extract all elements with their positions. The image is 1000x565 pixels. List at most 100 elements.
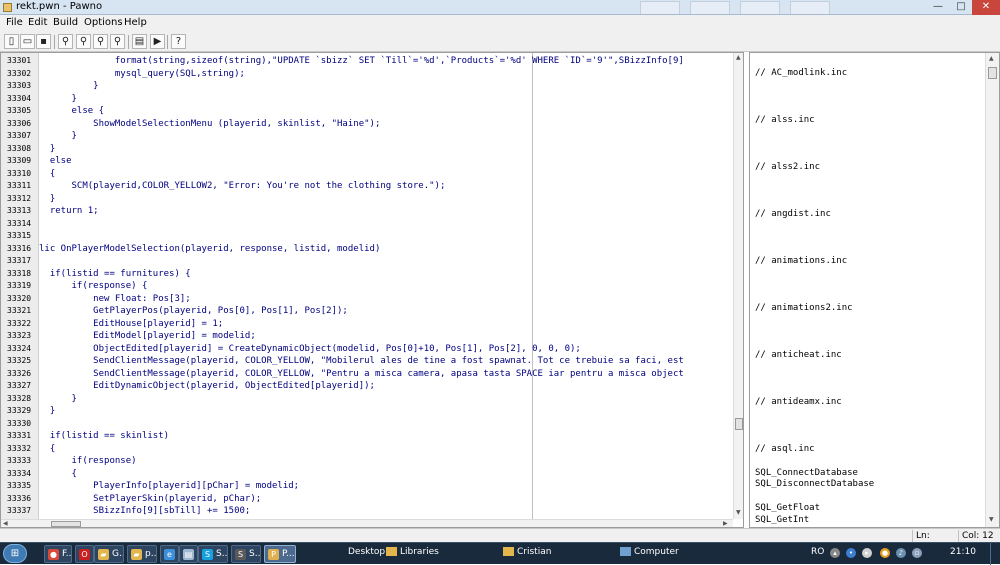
taskbar-toolbar-item[interactable]: Desktop: [348, 547, 385, 557]
taskbar-toolbar-item[interactable]: Cristian: [503, 547, 551, 557]
minimize-button[interactable]: —: [926, 0, 950, 15]
scroll-left-icon[interactable]: ◀: [3, 520, 8, 527]
menu-options[interactable]: Options: [84, 17, 123, 28]
replace-button[interactable]: ⚲: [93, 34, 108, 49]
code-line[interactable]: SBizzInfo[9][sbTill] += 1500;: [39, 505, 250, 518]
tray-arrow-icon[interactable]: ▴: [830, 548, 840, 558]
code-line[interactable]: format(string,sizeof(string),"UPDATE `sb…: [39, 55, 684, 68]
code-line[interactable]: }: [39, 193, 55, 206]
open-folder-button[interactable]: ▭: [20, 34, 35, 49]
editor-horizontal-scroll-thumb[interactable]: [51, 521, 81, 527]
function-list-item[interactable]: // angdist.inc: [755, 208, 831, 220]
code-line[interactable]: else {: [39, 105, 105, 118]
code-line[interactable]: if(response): [39, 455, 137, 468]
code-line[interactable]: ObjectEdited[playerid] = CreateDynamicOb…: [39, 343, 581, 356]
tray-volume-icon[interactable]: ♪: [896, 548, 906, 558]
taskbar-toolbar-item[interactable]: Libraries: [386, 547, 439, 557]
taskbar-button[interactable]: ▤: [179, 545, 198, 563]
taskbar-button[interactable]: ▰G...: [94, 545, 124, 563]
save-button[interactable]: ▪: [36, 34, 51, 49]
function-list-item[interactable]: // asql.inc: [755, 443, 815, 455]
scroll-right-icon[interactable]: ▶: [723, 520, 728, 527]
code-line[interactable]: }: [39, 393, 77, 406]
code-line[interactable]: }: [39, 80, 98, 93]
code-line[interactable]: if(listid == skinlist): [39, 430, 169, 443]
scroll-up-icon[interactable]: ▲: [989, 55, 994, 63]
function-list-panel[interactable]: ▲ ▼ // AC_modlink.inc // alss.inc // alss2…: [749, 52, 1000, 528]
scroll-up-icon[interactable]: ▲: [736, 54, 741, 62]
taskbar-toolbar-item[interactable]: Computer: [620, 547, 679, 557]
replace-all-button[interactable]: ⚲: [110, 34, 125, 49]
taskbar-button[interactable]: SS...: [231, 545, 261, 563]
code-line[interactable]: }: [39, 405, 55, 418]
function-list-item[interactable]: // animations2.inc: [755, 302, 853, 314]
code-line[interactable]: EditModel[playerid] = modelid;: [39, 330, 256, 343]
tray-language[interactable]: RO: [811, 547, 824, 557]
scroll-down-icon[interactable]: ▼: [989, 516, 994, 524]
code-line[interactable]: ShowModelSelectionMenu (playerid, skinli…: [39, 118, 380, 131]
menu-build[interactable]: Build: [53, 17, 78, 28]
code-line[interactable]: lic OnPlayerModelSelection(playerid, res…: [39, 243, 380, 256]
function-list-item[interactable]: SQL_GetInt: [755, 514, 809, 526]
code-line[interactable]: {: [39, 443, 55, 456]
scroll-down-icon[interactable]: ▼: [736, 509, 741, 517]
code-editor[interactable]: 33301 33302 33303 33304 33305 33306 33307 33308…: [0, 52, 744, 528]
editor-vertical-scroll-thumb[interactable]: [735, 418, 743, 430]
show-desktop-button[interactable]: [990, 543, 1000, 565]
code-line[interactable]: if(listid == furnitures) {: [39, 268, 191, 281]
code-line[interactable]: SetPlayerSkin(playerid, pChar);: [39, 493, 261, 506]
help-button[interactable]: ?: [171, 34, 186, 49]
code-line[interactable]: SendClientMessage(playerid, COLOR_YELLOW…: [39, 368, 684, 381]
code-area[interactable]: format(string,sizeof(string),"UPDATE `sb…: [39, 53, 733, 519]
code-line[interactable]: }: [39, 93, 77, 106]
code-line[interactable]: mysql_query(SQL,string);: [39, 68, 245, 81]
find-next-button[interactable]: ⚲: [76, 34, 91, 49]
code-line[interactable]: GetPlayerPos(playerid, Pos[0], Pos[1], P…: [39, 305, 348, 318]
taskbar-button[interactable]: ▰p...: [127, 545, 157, 563]
function-list-item[interactable]: // alss.inc: [755, 114, 815, 126]
taskbar-button[interactable]: ●F...: [44, 545, 72, 563]
code-line[interactable]: PlayerInfo[playerid][pChar] = modelid;: [39, 480, 299, 493]
code-line[interactable]: {: [39, 168, 55, 181]
tray-app-icon[interactable]: ●: [880, 548, 890, 558]
close-button[interactable]: ✕: [972, 0, 1000, 15]
code-line[interactable]: if(response) {: [39, 280, 148, 293]
taskbar-button[interactable]: SS...: [198, 545, 228, 563]
code-line[interactable]: {: [39, 468, 77, 481]
editor-horizontal-scrollbar[interactable]: ◀ ▶: [1, 519, 733, 527]
taskbar-button[interactable]: O: [75, 545, 94, 563]
code-line[interactable]: EditHouse[playerid] = 1;: [39, 318, 223, 331]
code-line[interactable]: }: [39, 130, 77, 143]
compile-run-button[interactable]: ▶: [150, 34, 165, 49]
function-list-item[interactable]: SQL_ConnectDatabase: [755, 467, 858, 479]
compile-window-button[interactable]: ▤: [132, 34, 147, 49]
function-list-item[interactable]: // AC_modlink.inc: [755, 67, 847, 79]
menu-edit[interactable]: Edit: [28, 17, 47, 28]
panel-vertical-scrollbar[interactable]: ▲ ▼: [985, 53, 999, 527]
function-list-item[interactable]: SQL_GetFloat: [755, 502, 820, 514]
function-list-item[interactable]: // alss2.inc: [755, 161, 820, 173]
maximize-button[interactable]: □: [950, 0, 972, 15]
code-line[interactable]: return 1;: [39, 205, 99, 218]
code-line[interactable]: else: [39, 155, 72, 168]
code-line[interactable]: }: [39, 143, 55, 156]
panel-scroll-thumb[interactable]: [988, 67, 997, 79]
tray-clock[interactable]: 21:10: [950, 547, 976, 557]
code-line[interactable]: EditDynamicObject(playerid, ObjectEdited…: [39, 380, 375, 393]
taskbar-button[interactable]: e: [160, 545, 179, 563]
function-list-item[interactable]: // antideamx.inc: [755, 396, 842, 408]
start-button[interactable]: ⊞: [3, 544, 27, 563]
code-line[interactable]: SendClientMessage(playerid, COLOR_YELLOW…: [39, 355, 684, 368]
code-line[interactable]: new Float: Pos[3];: [39, 293, 191, 306]
tray-network-icon[interactable]: •: [846, 548, 856, 558]
function-list-item[interactable]: // anticheat.inc: [755, 349, 842, 361]
function-list-item[interactable]: SQL_DisconnectDatabase: [755, 478, 874, 490]
new-file-button[interactable]: ▯: [4, 34, 19, 49]
function-list-item[interactable]: // animations.inc: [755, 255, 847, 267]
find-button[interactable]: ⚲: [58, 34, 73, 49]
menu-file[interactable]: File: [6, 17, 23, 28]
tray-monitor-icon[interactable]: ▫: [912, 548, 922, 558]
taskbar-button[interactable]: P P...: [264, 545, 296, 563]
code-line[interactable]: SCM(playerid,COLOR_YELLOW2, "Error: You'…: [39, 180, 446, 193]
tray-flag-icon[interactable]: ▸: [862, 548, 872, 558]
